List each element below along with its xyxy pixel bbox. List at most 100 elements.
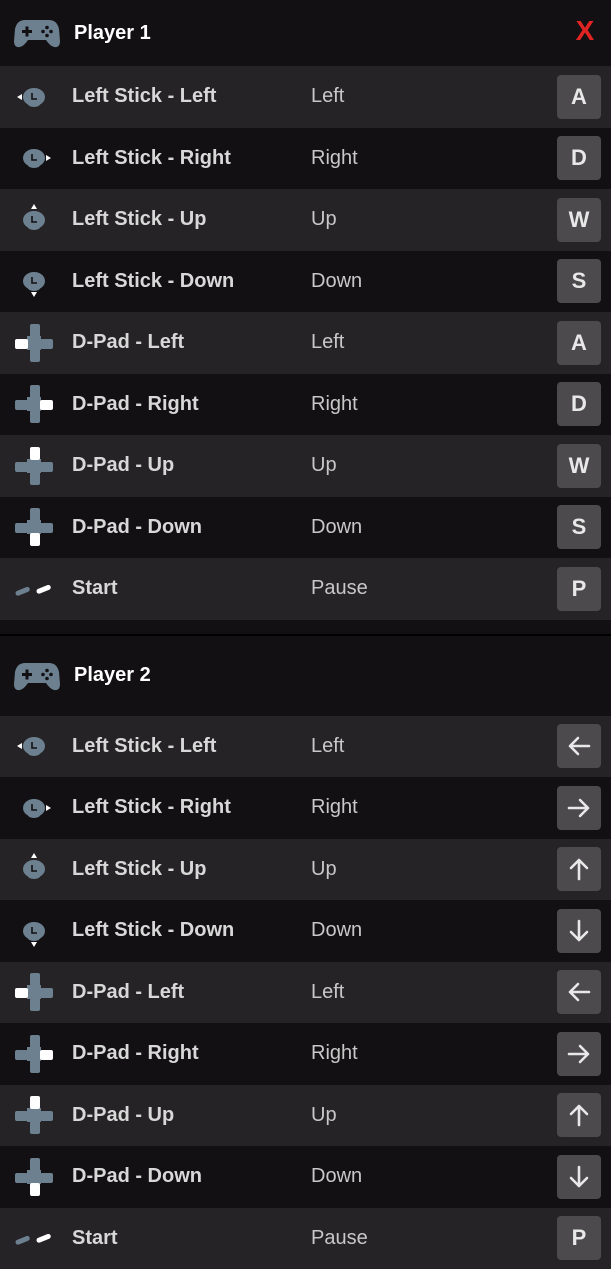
dpad-down-icon	[12, 1155, 56, 1199]
left-stick-right-icon	[12, 136, 56, 180]
close-button[interactable]: X	[573, 16, 597, 46]
action-label: D-Pad - Right	[72, 392, 199, 415]
arrow-down-icon	[566, 919, 592, 949]
binding-row: Start Pause P	[0, 1207, 611, 1269]
binding-row: Start Pause P	[0, 558, 611, 620]
direction-label: Down	[311, 919, 363, 942]
arrow-right-icon	[566, 798, 592, 826]
key-binding-button[interactable]: W	[557, 197, 601, 242]
action-label: Left Stick - Up	[72, 857, 207, 880]
action-label: D-Pad - Up	[72, 454, 175, 477]
dpad-up-icon	[12, 444, 56, 488]
direction-label: Up	[311, 454, 337, 477]
binding-row: D-Pad - Up Up W	[0, 435, 611, 497]
binding-row: Left Stick - Right Right	[0, 777, 611, 839]
left-stick-down-icon	[12, 259, 56, 303]
arrow-up-icon	[566, 858, 592, 887]
binding-row: Left Stick - Up Up	[0, 838, 611, 900]
action-label: Left Stick - Right	[72, 796, 231, 819]
dpad-up-icon	[12, 1093, 56, 1137]
binding-row: Left Stick - Right Right D	[0, 127, 611, 189]
action-label: D-Pad - Left	[72, 331, 185, 354]
action-label: Left Stick - Right	[72, 146, 231, 169]
action-label: D-Pad - Down	[72, 1165, 202, 1188]
key-binding-button[interactable]: D	[557, 382, 601, 427]
direction-label: Right	[311, 796, 358, 819]
left-stick-right-icon	[12, 786, 56, 830]
key-binding-button[interactable]: S	[557, 505, 601, 550]
direction-label: Down	[311, 1165, 363, 1188]
key-binding-button[interactable]: P	[557, 1216, 601, 1261]
action-label: Left Stick - Down	[72, 919, 235, 942]
key-binding-button[interactable]: A	[557, 74, 601, 119]
left-stick-down-icon	[12, 909, 56, 953]
key-binding-button[interactable]: A	[557, 320, 601, 365]
direction-label: Up	[311, 208, 337, 231]
binding-row: Left Stick - Down Down	[0, 900, 611, 962]
action-label: Left Stick - Down	[72, 269, 235, 292]
direction-label: Left	[311, 85, 345, 108]
dpad-right-icon	[12, 1032, 56, 1076]
player-2-header: Player 2	[0, 635, 611, 716]
binding-row: D-Pad - Up Up	[0, 1084, 611, 1146]
arrow-right-icon	[566, 1044, 592, 1072]
binding-row: D-Pad - Right Right D	[0, 373, 611, 435]
start-icon	[12, 1216, 56, 1260]
binding-row: Left Stick - Up Up W	[0, 189, 611, 251]
dpad-down-icon	[12, 505, 56, 549]
dpad-left-icon	[12, 321, 56, 365]
action-label: Start	[72, 577, 118, 600]
player-1-header: Player 1 X	[0, 0, 611, 66]
key-binding-button[interactable]: P	[557, 566, 601, 611]
left-stick-up-icon	[12, 198, 56, 242]
direction-label: Right	[311, 392, 358, 415]
action-label: Left Stick - Up	[72, 208, 207, 231]
left-stick-up-icon	[12, 847, 56, 891]
controls-panel: Player 1 X Left Stick - Left Left A Left St…	[0, 0, 611, 1269]
player-2-bindings: Left Stick - Left Left Left Stick - Right R…	[0, 715, 611, 1269]
key-binding-button[interactable]	[557, 1093, 601, 1138]
action-label: D-Pad - Right	[72, 1042, 199, 1065]
player-title: Player 1	[74, 21, 151, 44]
binding-row: Left Stick - Left Left A	[0, 66, 611, 128]
arrow-down-icon	[566, 1165, 592, 1195]
key-binding-button[interactable]: W	[557, 443, 601, 488]
divider	[0, 619, 611, 636]
direction-label: Down	[311, 269, 363, 292]
arrow-left-icon	[566, 982, 592, 1010]
arrow-left-icon	[566, 736, 592, 764]
action-label: D-Pad - Up	[72, 1103, 175, 1126]
action-label: D-Pad - Left	[72, 980, 185, 1003]
action-label: Start	[72, 1226, 118, 1249]
key-binding-button[interactable]	[557, 724, 601, 769]
key-binding-button[interactable]: S	[557, 259, 601, 304]
direction-label: Left	[311, 734, 345, 757]
binding-row: D-Pad - Down Down S	[0, 496, 611, 558]
binding-row: D-Pad - Down Down	[0, 1146, 611, 1208]
direction-label: Left	[311, 980, 345, 1003]
direction-label: Pause	[311, 577, 368, 600]
player-title: Player 2	[74, 664, 151, 686]
gamepad-icon	[14, 20, 60, 48]
left-stick-left-icon	[12, 724, 56, 768]
action-label: Left Stick - Left	[72, 734, 217, 757]
direction-label: Up	[311, 1103, 337, 1126]
key-binding-button[interactable]: D	[557, 136, 601, 181]
key-binding-button[interactable]	[557, 1031, 601, 1076]
key-binding-button[interactable]	[557, 1154, 601, 1199]
direction-label: Pause	[311, 1226, 368, 1249]
action-label: D-Pad - Down	[72, 515, 202, 538]
binding-row: Left Stick - Left Left	[0, 715, 611, 777]
key-binding-button[interactable]	[557, 785, 601, 830]
dpad-left-icon	[12, 970, 56, 1014]
left-stick-left-icon	[12, 75, 56, 119]
player-1-bindings: Left Stick - Left Left A Left Stick - Right…	[0, 66, 611, 620]
key-binding-button[interactable]	[557, 908, 601, 953]
key-binding-button[interactable]	[557, 970, 601, 1015]
binding-row: Left Stick - Down Down S	[0, 250, 611, 312]
dpad-right-icon	[12, 382, 56, 426]
direction-label: Right	[311, 146, 358, 169]
key-binding-button[interactable]	[557, 847, 601, 892]
action-label: Left Stick - Left	[72, 85, 217, 108]
binding-row: D-Pad - Right Right	[0, 1023, 611, 1085]
